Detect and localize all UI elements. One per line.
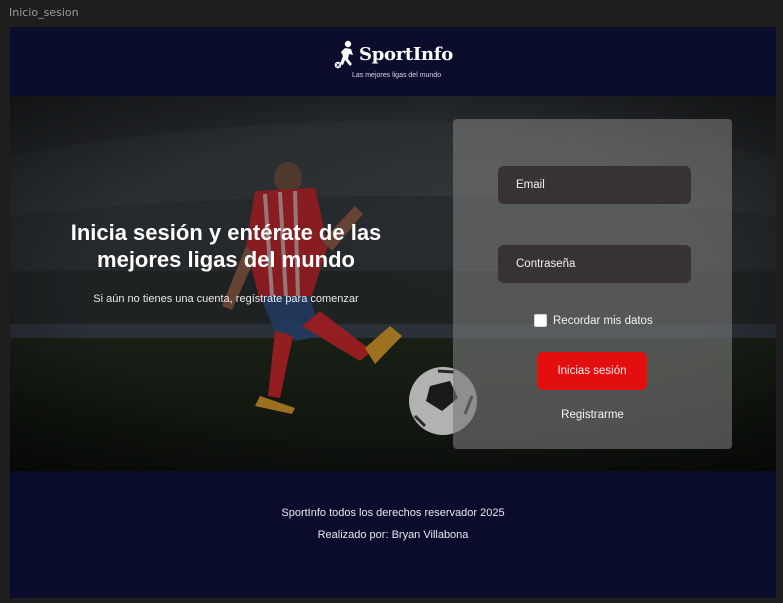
password-field[interactable] [498,245,691,283]
email-input[interactable] [514,178,675,192]
login-card: Recordar mis datos Inicias sesión Regist… [453,119,732,449]
brand-logo[interactable]: SportInfo Las mejores ligas del mundo [333,40,453,84]
site-header: SportInfo Las mejores ligas del mundo [10,27,776,96]
footer-credits: Realizado por: Bryan Villabona [317,529,469,541]
login-button[interactable]: Inicias sesión [537,352,647,390]
site-footer: SportInfo todos los derechos reservador … [10,471,776,598]
email-field[interactable] [498,166,691,204]
brand-name: SportInfo [359,44,453,65]
frame-label: Inicio_sesion [9,6,79,19]
password-input[interactable] [514,257,675,271]
hero-subtitle: Si aún no tienes una cuenta, regístrate … [93,293,359,305]
remember-me[interactable]: Recordar mis datos [534,314,653,327]
hero-title: Inicia sesión y entérate de las mejores … [70,219,382,272]
login-page: SportInfo Las mejores ligas del mundo In… [10,27,776,598]
footer-copyright: SportInfo todos los derechos reservador … [281,507,505,519]
remember-label: Recordar mis datos [553,314,653,327]
brand-tagline: Las mejores ligas del mundo [352,72,442,79]
soccer-player-icon [334,40,353,69]
hero-section: Inicia sesión y entérate de las mejores … [10,96,776,471]
remember-checkbox[interactable] [534,314,547,327]
register-link[interactable]: Registrarme [453,409,732,421]
